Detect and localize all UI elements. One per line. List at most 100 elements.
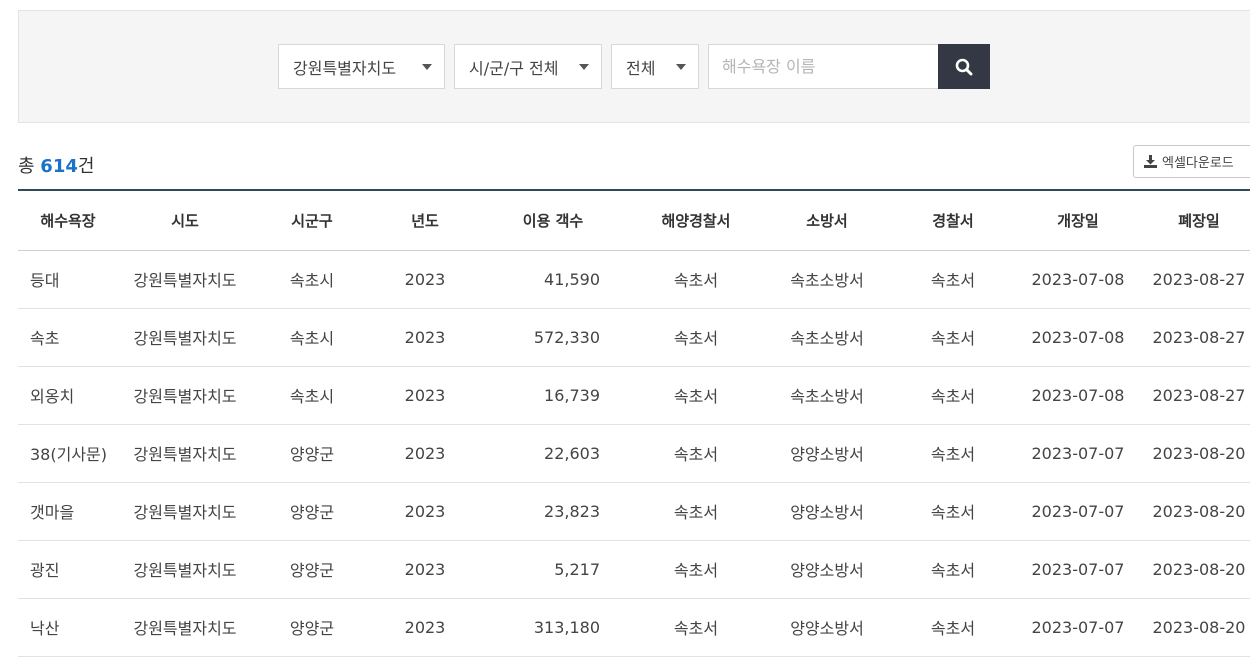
chevron-down-icon	[676, 64, 686, 70]
table-row[interactable]: 속초 강원특별자치도 속초시 2023 572,330 속초서 속초소방서 속초…	[18, 308, 1250, 366]
table-cell: 572,330	[533, 327, 600, 347]
result-count-suffix: 건	[77, 156, 95, 177]
table-cell: 속초서	[673, 619, 719, 638]
province-select[interactable]: 강원특별자치도	[278, 44, 445, 89]
table-cell: 속초서	[930, 445, 976, 464]
result-count-prefix: 총	[18, 156, 41, 177]
table-cell: 2023-07-08	[1031, 269, 1125, 289]
table-cell: 2023	[404, 269, 446, 289]
table-row[interactable]: 광진 강원특별자치도 양양군 2023 5,217 속초서 양양소방서 속초서 …	[18, 540, 1250, 598]
type-select[interactable]: 전체	[611, 44, 699, 89]
table-cell: 2023	[404, 327, 446, 347]
table-cell: 2023-08-27	[1152, 269, 1246, 289]
beach-table: 해수욕장 시도 시군구 년도 이용 객수 해양경찰서 소방서 경찰서 개장일 폐…	[18, 189, 1250, 657]
table-row[interactable]: 등대 강원특별자치도 속초시 2023 41,590 속초서 속초소방서 속초서…	[18, 250, 1250, 308]
table-cell: 2023-07-07	[1031, 617, 1125, 637]
table-cell: 등대	[30, 271, 60, 290]
table-cell: 속초서	[673, 271, 719, 290]
table-cell: 2023	[404, 617, 446, 637]
table-cell: 낙산	[30, 619, 60, 638]
district-select-value: 시/군/구 전체	[469, 58, 559, 78]
table-cell: 16,739	[544, 385, 600, 405]
table-cell: 속초서	[930, 271, 976, 290]
table-cell: 속초시	[289, 387, 335, 406]
table-cell: 속초시	[289, 271, 335, 290]
table-cell: 2023-07-07	[1031, 443, 1125, 463]
table-cell: 양양소방서	[790, 503, 864, 522]
search-button[interactable]	[938, 44, 990, 89]
download-icon	[1144, 155, 1157, 168]
table-cell: 속초시	[289, 329, 335, 348]
table-cell: 속초서	[673, 387, 719, 406]
table-cell: 23,823	[544, 501, 600, 521]
table-cell: 2023-07-08	[1031, 385, 1125, 405]
table-cell: 속초서	[930, 619, 976, 638]
district-select[interactable]: 시/군/구 전체	[454, 44, 602, 89]
table-row[interactable]: 38(기사문) 강원특별자치도 양양군 2023 22,603 속초서 양양소방…	[18, 424, 1250, 482]
table-cell: 양양소방서	[790, 619, 864, 638]
province-select-value: 강원특별자치도	[293, 58, 397, 78]
search-filter-panel: 강원특별자치도 시/군/구 전체 전체	[18, 10, 1250, 123]
table-cell: 양양군	[289, 503, 335, 522]
table-cell: 속초소방서	[790, 271, 864, 290]
excel-download-label: 엑셀다운로드	[1162, 155, 1234, 170]
table-cell: 속초서	[930, 561, 976, 580]
column-header: 폐장일	[1178, 211, 1220, 230]
result-count-number: 614	[40, 156, 78, 177]
table-cell: 속초서	[673, 445, 719, 464]
table-cell: 양양소방서	[790, 561, 864, 580]
table-cell: 양양군	[289, 561, 335, 580]
table-cell: 속초서	[673, 561, 719, 580]
table-cell: 외옹치	[30, 387, 75, 406]
column-header: 이용 객수	[522, 211, 584, 230]
table-cell: 강원특별자치도	[133, 561, 237, 580]
table-cell: 속초서	[930, 503, 976, 522]
table-cell: 2023-07-07	[1031, 501, 1125, 521]
table-cell: 속초	[30, 329, 60, 348]
type-select-value: 전체	[626, 58, 656, 78]
table-cell: 속초서	[673, 503, 719, 522]
table-cell: 2023-08-20	[1152, 559, 1246, 579]
table-cell: 속초서	[930, 329, 976, 348]
table-cell: 2023	[404, 385, 446, 405]
column-header: 시도	[171, 211, 199, 230]
chevron-down-icon	[422, 64, 432, 70]
table-row[interactable]: 갯마을 강원특별자치도 양양군 2023 23,823 속초서 양양소방서 속초…	[18, 482, 1250, 540]
search-icon	[955, 58, 973, 75]
table-cell: 강원특별자치도	[133, 329, 237, 348]
table-cell: 양양군	[289, 619, 335, 638]
table-cell: 강원특별자치도	[133, 445, 237, 464]
table-cell: 5,217	[554, 559, 600, 579]
table-cell: 갯마을	[30, 503, 75, 522]
beach-name-search-input[interactable]	[708, 44, 940, 89]
chevron-down-icon	[579, 64, 589, 70]
column-header: 년도	[411, 211, 439, 230]
table-cell: 2023-08-27	[1152, 385, 1246, 405]
table-cell: 속초서	[930, 387, 976, 406]
table-cell: 강원특별자치도	[133, 619, 237, 638]
table-cell: 2023-08-20	[1152, 443, 1246, 463]
excel-download-button[interactable]: 엑셀다운로드	[1133, 145, 1250, 178]
table-row[interactable]: 외옹치 강원특별자치도 속초시 2023 16,739 속초서 속초소방서 속초…	[18, 366, 1250, 424]
table-cell: 2023	[404, 559, 446, 579]
table-cell: 강원특별자치도	[133, 503, 237, 522]
result-count: 총 614건	[18, 152, 94, 178]
column-header: 시군구	[291, 211, 333, 230]
table-cell: 속초소방서	[790, 329, 864, 348]
table-cell: 강원특별자치도	[133, 271, 237, 290]
table-cell: 38(기사문)	[30, 445, 108, 464]
table-cell: 2023	[404, 443, 446, 463]
table-cell: 313,180	[533, 617, 600, 637]
table-cell: 2023-08-27	[1152, 327, 1246, 347]
table-cell: 2023-08-20	[1152, 501, 1246, 521]
table-cell: 양양군	[289, 445, 335, 464]
table-cell: 강원특별자치도	[133, 387, 237, 406]
table-cell: 41,590	[544, 269, 600, 289]
column-header: 해수욕장	[40, 211, 96, 230]
table-cell: 22,603	[544, 443, 600, 463]
table-cell: 속초소방서	[790, 387, 864, 406]
table-cell: 2023-08-20	[1152, 617, 1246, 637]
table-row[interactable]: 낙산 강원특별자치도 양양군 2023 313,180 속초서 양양소방서 속초…	[18, 598, 1250, 656]
column-header: 경찰서	[932, 211, 974, 230]
table-header-row: 해수욕장 시도 시군구 년도 이용 객수 해양경찰서 소방서 경찰서 개장일 폐…	[18, 190, 1250, 250]
